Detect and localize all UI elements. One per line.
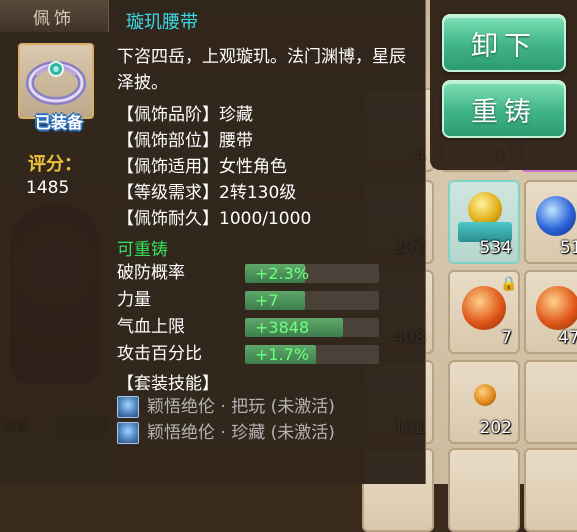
slot-count: 202	[479, 418, 512, 438]
unequip-button[interactable]: 卸下	[442, 14, 566, 72]
attr-durability: 【佩饰耐久】1000/1000	[117, 209, 312, 229]
slot-count: 7	[501, 328, 512, 348]
item-action-panel: 卸下 重铸	[430, 0, 577, 170]
stat-name: 力量	[117, 290, 151, 310]
set-skill-row: 颖悟绝伦 · 珍藏 (未激活)	[117, 420, 417, 446]
lock-icon: 🔒	[500, 276, 518, 292]
stat-value: +7	[255, 291, 279, 310]
set-skill-text: 颖悟绝伦 · 珍藏 (未激活)	[147, 423, 335, 443]
category-tab[interactable]: 佩饰	[0, 0, 109, 32]
inventory-slot[interactable]	[524, 448, 577, 532]
stat-bar: +7	[245, 291, 379, 310]
attr-slot: 【佩饰部位】腰带	[117, 131, 253, 151]
set-skill-text: 颖悟绝伦 · 把玩 (未激活)	[147, 397, 335, 417]
item-tooltip: 佩饰 璇玑腰带 已装备 评分： 1485 下咨四岳，上观璇玑。法门渊博，星辰泽披…	[0, 0, 426, 484]
stat-row: 气血上限 +3848	[117, 314, 387, 340]
gold-orb-icon	[468, 192, 502, 226]
ring-belt-icon	[26, 61, 86, 105]
stat-name: 气血上限	[117, 317, 185, 337]
item-description: 下咨四岳，上观璇玑。法门渊博，星辰泽披。	[117, 47, 406, 93]
small-orb-icon	[474, 384, 496, 406]
inventory-slot[interactable]: 51	[524, 180, 577, 264]
stat-row: 攻击百分比 +1.7%	[117, 341, 387, 367]
score-value: 1485	[26, 178, 70, 198]
stat-row: 力量 +7	[117, 287, 387, 313]
item-name: 璇玑腰带	[126, 12, 198, 33]
inventory-slot[interactable]: 202	[448, 360, 520, 444]
score-label: 评分：	[28, 154, 82, 175]
stat-value: +2.3%	[255, 264, 310, 283]
stat-name: 破防概率	[117, 263, 185, 283]
attr-grade: 【佩饰品阶】珍藏	[117, 105, 253, 125]
reforge-status: 可重铸	[117, 240, 168, 260]
set-skill-row: 颖悟绝伦 · 把玩 (未激活)	[117, 394, 417, 420]
stat-row: 破防概率 +2.3%	[117, 260, 387, 286]
attr-applicable: 【佩饰适用】女性角色	[117, 157, 287, 177]
inventory-slot[interactable]: 47	[524, 270, 577, 354]
set-skills-header: 【套装技能】	[117, 374, 219, 394]
fire-orb-icon	[462, 286, 506, 330]
skill-icon	[117, 396, 139, 418]
slot-count: 534	[479, 238, 512, 258]
inventory-slot[interactable]	[448, 448, 520, 532]
stat-value: +3848	[255, 318, 310, 337]
blue-gem-icon	[536, 196, 576, 236]
slot-count: 51	[560, 238, 577, 258]
reforge-button[interactable]: 重铸	[442, 80, 566, 138]
inventory-slot[interactable]: 🔒 7	[448, 270, 520, 354]
stat-bar: +3848	[245, 318, 379, 337]
inventory-slot[interactable]: 534	[448, 180, 520, 264]
fire-orb-icon	[536, 286, 577, 330]
inventory-slot[interactable]	[524, 360, 577, 444]
skill-icon	[117, 422, 139, 444]
attr-level-req: 【等级需求】2转130级	[117, 183, 297, 203]
equipped-badge: 已装备	[34, 113, 83, 132]
stat-name: 攻击百分比	[117, 344, 202, 364]
item-icon-frame	[18, 43, 94, 119]
slot-count: 47	[558, 328, 577, 348]
stat-bar: +1.7%	[245, 345, 379, 364]
stat-value: +1.7%	[255, 345, 310, 364]
stat-bar: +2.3%	[245, 264, 379, 283]
